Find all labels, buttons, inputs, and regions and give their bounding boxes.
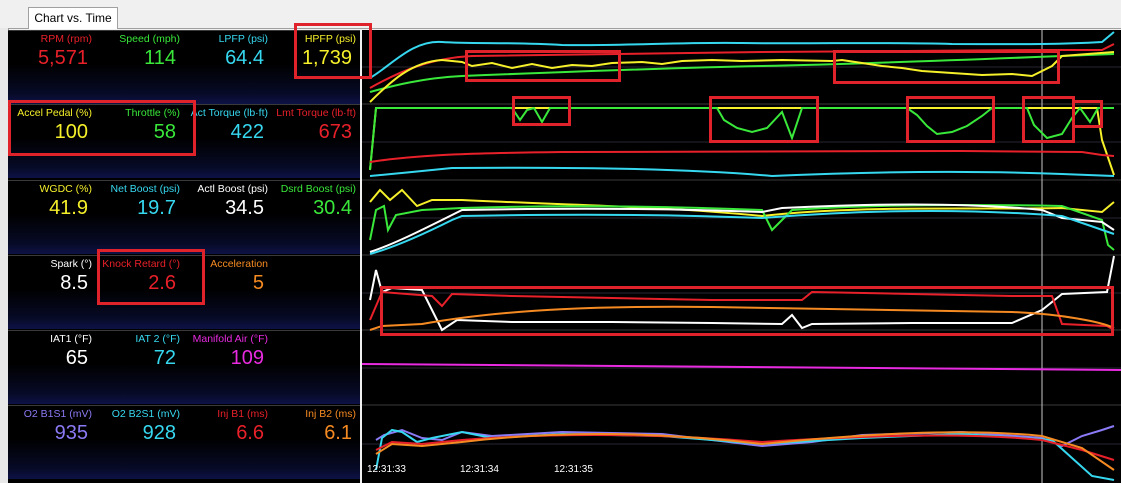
gauge-net-boost: Net Boost (psi) 19.7: [96, 181, 184, 255]
trace-manifold-air: [362, 363, 1121, 371]
gauge-value: 6.1: [324, 422, 352, 444]
gauge-label: WGDC (%): [39, 183, 93, 195]
gauge-rpm: RPM (rpm) 5,571: [8, 31, 96, 105]
gauge-row-5: IAT1 (°F) 65 IAT 2 (°F) 72 Manifold Air …: [8, 330, 360, 404]
trace-act-torque: [369, 166, 1115, 178]
time-tick: 12:31:33: [367, 464, 406, 475]
gauge-value: 5,571: [37, 47, 88, 69]
gauge-value: 114: [144, 47, 176, 69]
gauge-label: Lmt Torque (lb·ft): [276, 107, 356, 119]
gauge-value: 64.4: [225, 47, 264, 69]
gauge-row-6: O2 B1S1 (mV) 935 O2 B2S1 (mV) 928 Inj B1…: [8, 405, 360, 479]
gauge-label: IAT 2 (°F): [135, 333, 180, 345]
gauge-o2-b1s1: O2 B1S1 (mV) 935: [8, 406, 96, 480]
gauge-label: Dsrd Boost (psi): [280, 183, 356, 195]
highlight-throttle-dip-4: [1022, 96, 1075, 143]
highlight-knock-retard-gauge: [97, 249, 205, 305]
highlight-throttle-dip-2: [709, 96, 819, 143]
gauge-value: 928: [142, 422, 176, 444]
gauge-dsrd-boost: Dsrd Boost (psi) 30.4: [272, 181, 360, 255]
gauge-lmt-torque: Lmt Torque (lb·ft) 673: [272, 105, 360, 179]
gauge-value: 65: [65, 347, 88, 369]
gauge-label: Inj B1 (ms): [217, 408, 268, 420]
gauge-value: 8.5: [60, 272, 88, 294]
gauge-value: 19.7: [137, 197, 176, 219]
gauge-speed: Speed (mph) 114: [96, 31, 184, 105]
gauge-value: 72: [153, 347, 176, 369]
gauge-inj-b1: Inj B1 (ms) 6.6: [184, 406, 272, 480]
gauge-value: 30.4: [313, 197, 352, 219]
gauge-label: Speed (mph): [119, 33, 180, 45]
gauge-lpfp: LPFP (psi) 64.4: [184, 31, 272, 105]
gauge-inj-b2: Inj B2 (ms) 6.1: [272, 406, 360, 480]
gauge-value: 34.5: [225, 197, 264, 219]
gauge-label: Spark (°): [50, 258, 92, 270]
highlight-throttle-dip-5: [1072, 100, 1103, 128]
gauge-label: O2 B2S1 (mV): [111, 408, 180, 420]
gauge-label: Actl Boost (psi): [197, 183, 268, 195]
gauge-value: 41.9: [49, 197, 88, 219]
gauge-label: Manifold Air (°F): [192, 333, 268, 345]
gauge-label: Acceleration: [210, 258, 268, 270]
gauge-value: 5: [252, 272, 264, 294]
gauge-wgdc: WGDC (%) 41.9: [8, 181, 96, 255]
trace-lmt-torque: [369, 149, 1115, 163]
trace-net-boost: [369, 209, 1115, 255]
gauge-row-3: WGDC (%) 41.9 Net Boost (psi) 19.7 Actl …: [8, 180, 360, 254]
gauge-actl-boost: Actl Boost (psi) 34.5: [184, 181, 272, 255]
gauge-value: 109: [230, 347, 264, 369]
gauge-label: Inj B2 (ms): [305, 408, 356, 420]
gauge-label: IAT1 (°F): [50, 333, 92, 345]
gauge-label: O2 B1S1 (mV): [23, 408, 92, 420]
gauge-spark: Spark (°) 8.5: [8, 256, 96, 330]
time-tick: 12:31:34: [460, 464, 499, 475]
tab-bar: Chart vs. Time: [0, 0, 1121, 29]
gauge-label: LPFP (psi): [218, 33, 268, 45]
highlight-hpfp-dip-1: [465, 50, 621, 82]
highlight-spark-knock-traces: [380, 286, 1114, 336]
tab-chart-vs-time[interactable]: Chart vs. Time: [28, 7, 118, 29]
gauge-act-torque: Act Torque (lb·ft) 422: [184, 105, 272, 179]
highlight-throttle-dip-1: [512, 96, 571, 126]
gauge-label: Net Boost (psi): [110, 183, 180, 195]
gauge-value: 6.6: [236, 422, 264, 444]
highlight-hpfp-dip-2: [833, 50, 1060, 84]
highlight-hpfp-gauge: [294, 23, 372, 79]
gauge-label: RPM (rpm): [40, 33, 92, 45]
gauge-label: Act Torque (lb·ft): [190, 107, 268, 119]
highlight-pedal-throttle-gauges: [8, 100, 196, 156]
gauge-iat1: IAT1 (°F) 65: [8, 331, 96, 405]
highlight-throttle-dip-3: [906, 96, 995, 143]
gauge-o2-b2s1: O2 B2S1 (mV) 928: [96, 406, 184, 480]
gauge-iat2: IAT 2 (°F) 72: [96, 331, 184, 405]
gauge-value: 422: [230, 121, 264, 143]
gauge-manifold-air: Manifold Air (°F) 109: [184, 331, 272, 405]
time-tick: 12:31:35: [554, 464, 593, 475]
gauge-value: 673: [318, 121, 352, 143]
gauge-value: 935: [54, 422, 88, 444]
